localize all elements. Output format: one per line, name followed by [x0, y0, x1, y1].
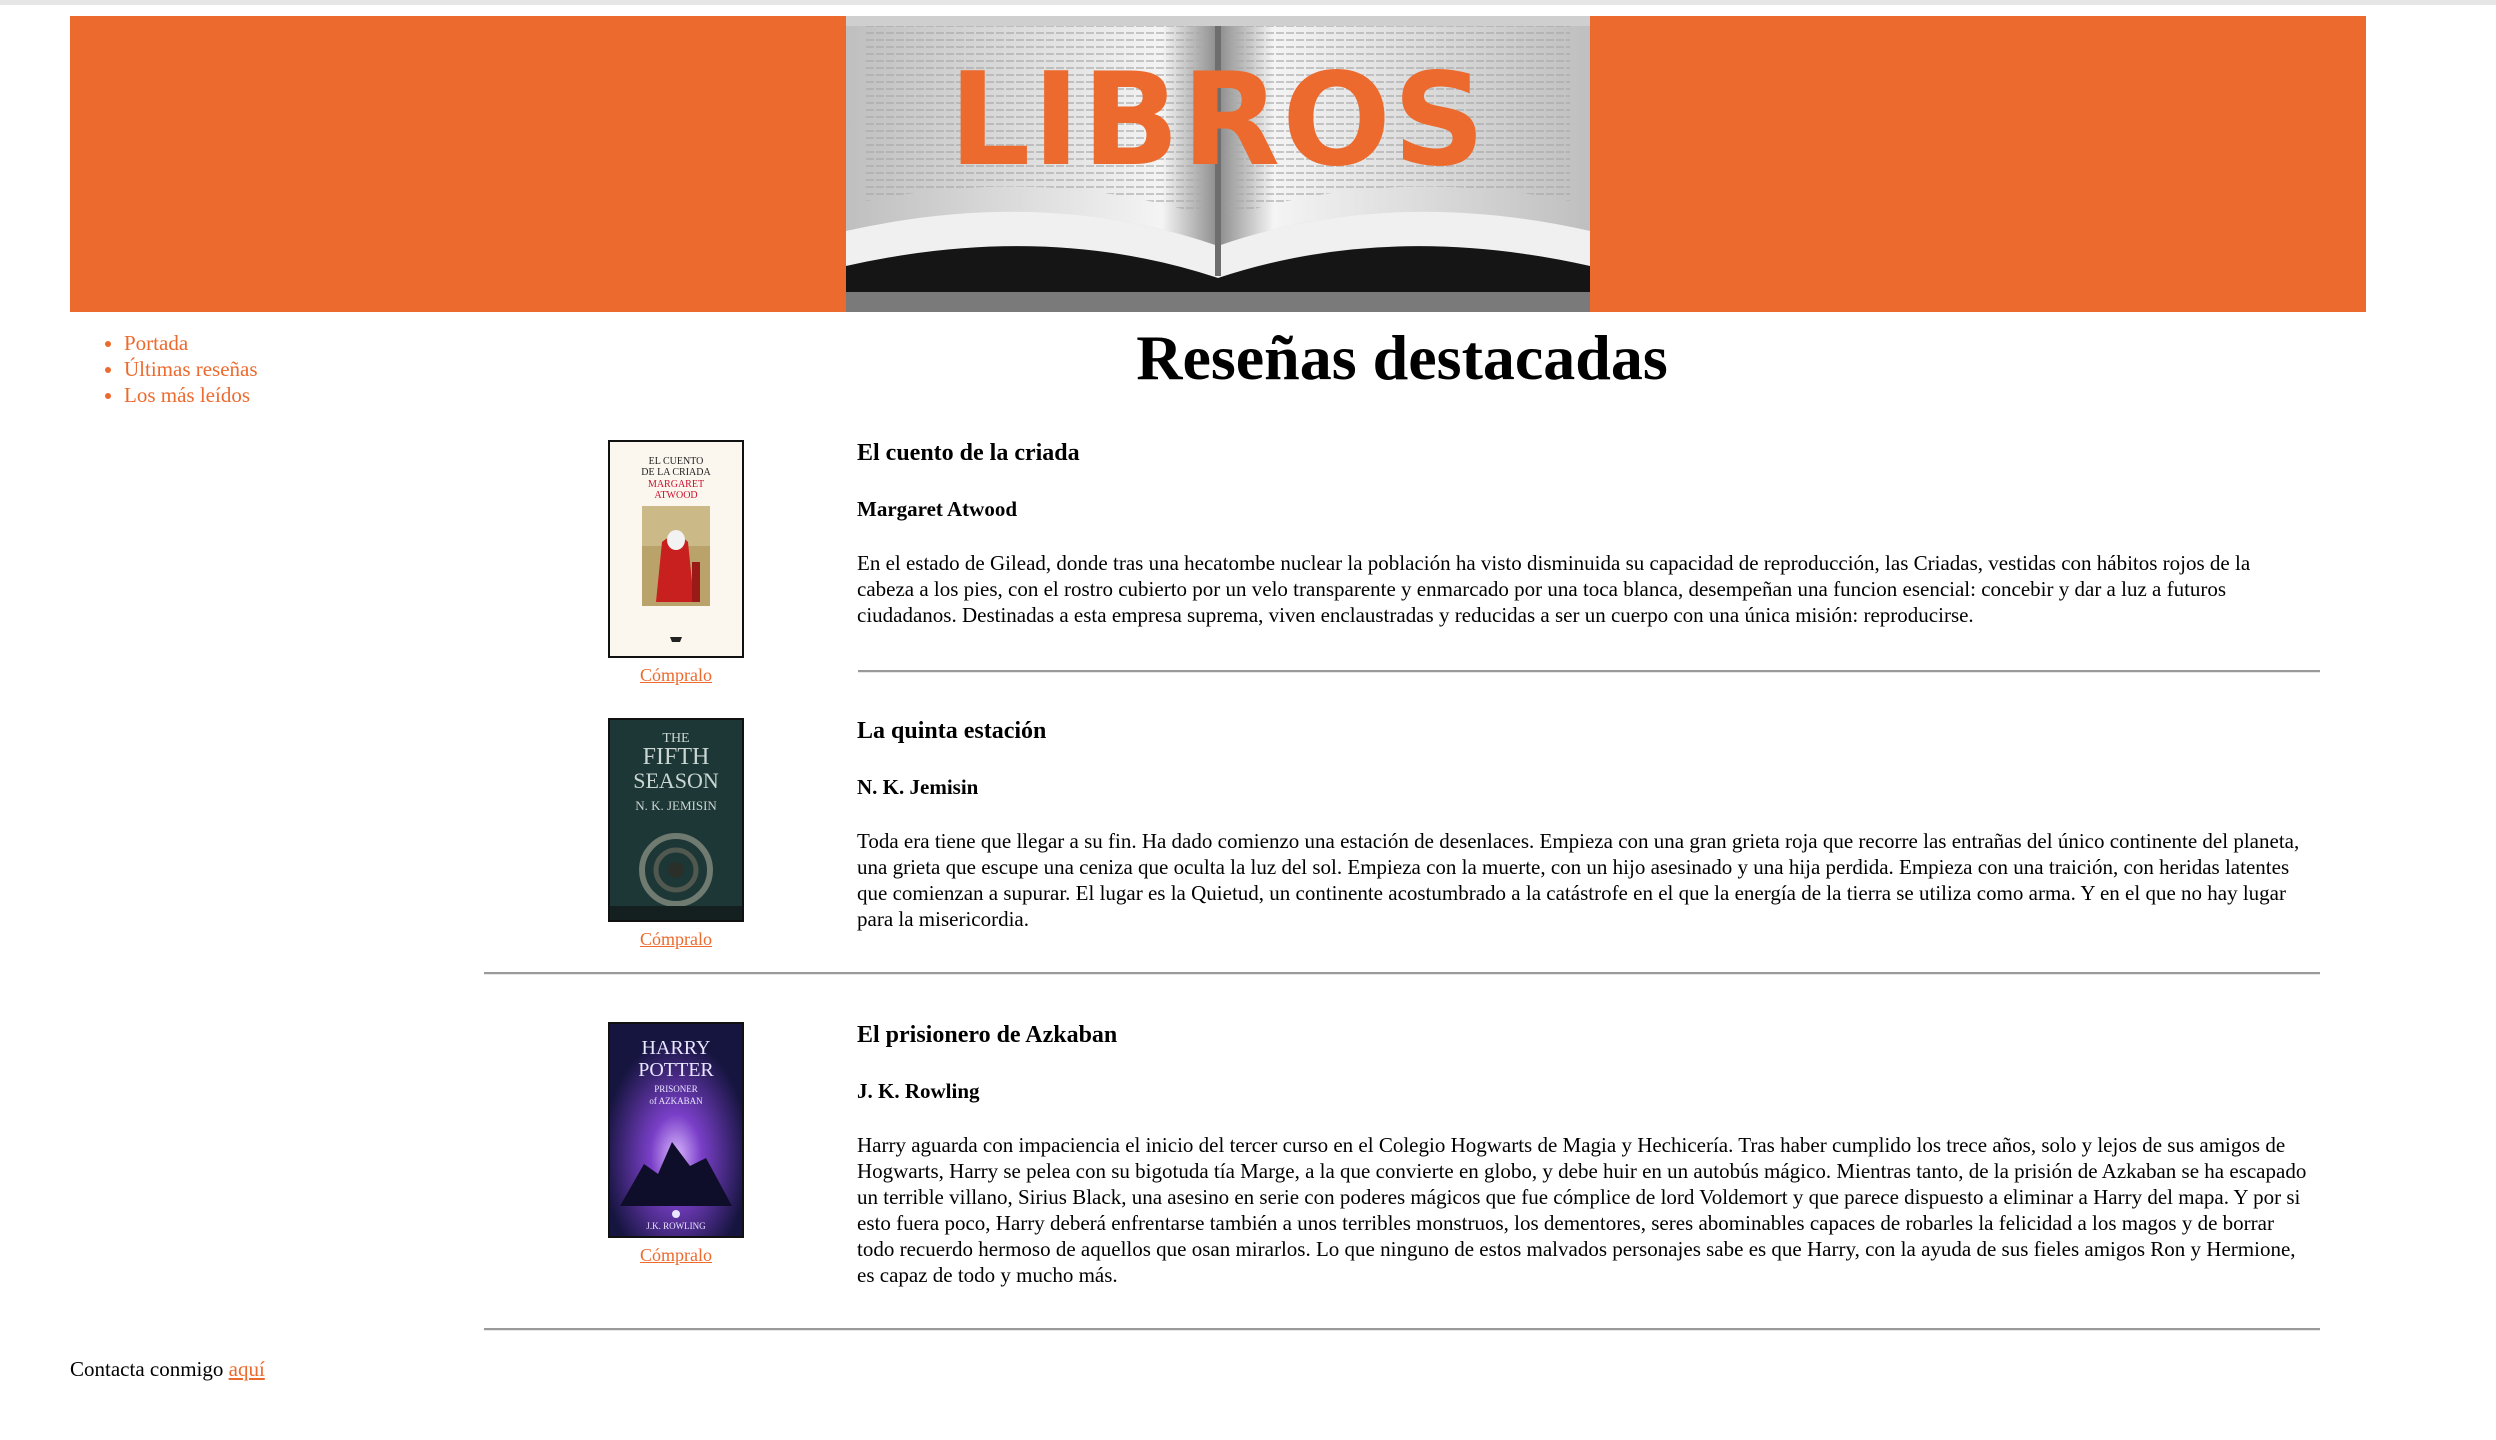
cover-art: THE FIFTH SEASON N. K. JEMISIN [610, 720, 742, 920]
book-summary: Harry aguarda con impaciencia el inicio … [857, 1133, 2307, 1287]
cover-text: FIFTH [643, 744, 710, 770]
book-summary: En el estado de Gilead, donde tras una h… [857, 551, 2251, 627]
cover-art: EL CUENTO DE LA CRIADA MARGARET ATWOOD [610, 442, 742, 656]
cover-text: N. K. JEMISIN [635, 798, 717, 813]
contact-link[interactable]: aquí [229, 1357, 265, 1381]
header-book-image: LIBROS [846, 16, 1590, 312]
banner-title: LIBROS [948, 46, 1488, 195]
cover-text: SEASON [633, 768, 719, 793]
cover-text: MARGARET [648, 479, 704, 490]
cover-text: DE LA CRIADA [641, 467, 711, 478]
book-author: Margaret Atwood [857, 497, 1017, 521]
book-title: La quinta estación [857, 718, 1047, 744]
buy-link[interactable]: Cómpralo [608, 1244, 744, 1266]
buy-link[interactable]: Cómpralo [608, 928, 744, 950]
book-author: N. K. Jemisin [857, 775, 979, 799]
cover-text: EL CUENTO [649, 456, 704, 467]
book-author: J. K. Rowling [857, 1079, 980, 1103]
cover-text: ATWOOD [654, 490, 697, 501]
book-cover-image[interactable]: EL CUENTO DE LA CRIADA MARGARET ATWOOD [608, 440, 744, 658]
header-banner: LIBROS [70, 16, 2366, 312]
cover-text: POTTER [638, 1059, 714, 1081]
nav-item-ultimas-resenas: Últimas reseñas [124, 356, 424, 382]
footer-contact-text: Contacta conmigo [70, 1357, 224, 1381]
cover-text: PRISONER [654, 1084, 698, 1094]
nav-link-mas-leidos[interactable]: Los más leídos [124, 383, 250, 407]
book-title: El prisionero de Azkaban [857, 1022, 1118, 1048]
page-title: Reseñas destacadas [1136, 322, 1668, 393]
cover-text: HARRY [642, 1037, 711, 1059]
cover-text: J.K. ROWLING [646, 1221, 706, 1231]
main-nav: Portada Últimas reseñas Los más leídos [96, 330, 424, 408]
browser-top-edge [0, 0, 2496, 5]
buy-link[interactable]: Cómpralo [608, 664, 744, 686]
review-divider [858, 670, 2320, 673]
cover-text: of AZKABAN [649, 1096, 703, 1106]
review-divider [484, 1328, 2320, 1331]
book-summary: Toda era tiene que llegar a su fin. Ha d… [857, 829, 2300, 931]
book-cover-image[interactable]: THE FIFTH SEASON N. K. JEMISIN [608, 718, 744, 922]
nav-link-ultimas-resenas[interactable]: Últimas reseñas [124, 357, 258, 381]
book-cover-image[interactable]: HARRY POTTER PRISONER of AZKABAN J.K. RO… [608, 1022, 744, 1238]
nav-item-mas-leidos: Los más leídos [124, 382, 424, 408]
cover-art: HARRY POTTER PRISONER of AZKABAN J.K. RO… [610, 1024, 742, 1236]
nav-link-portada[interactable]: Portada [124, 331, 188, 355]
review-divider [484, 972, 2320, 975]
footer: Contacta conmigo aquí [70, 1356, 265, 1382]
book-title: El cuento de la criada [857, 440, 1080, 466]
nav-item-portada: Portada [124, 330, 424, 356]
